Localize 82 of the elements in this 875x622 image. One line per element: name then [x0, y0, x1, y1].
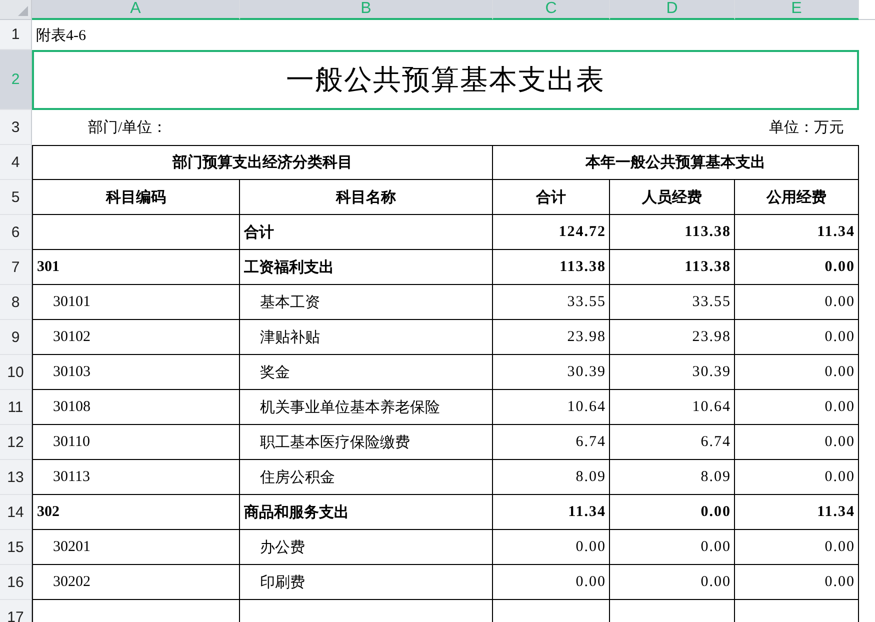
header-cell: 部门预算支出经济分类科目 [32, 145, 493, 180]
name-cell-text: 印刷费 [259, 574, 305, 592]
row-header[interactable]: 4 [0, 145, 32, 180]
personnel-cell: 30.39 [692, 364, 731, 380]
sheet-note: 附表4-6 [35, 26, 86, 44]
total-cell: 0.00 [576, 574, 606, 590]
code-cell-text: 30110 [52, 434, 90, 450]
name-cell-text: 合计 [242, 223, 274, 242]
total-cell: 23.98 [567, 328, 606, 346]
row-header[interactable]: 1 [0, 20, 32, 50]
header-cell: 人员经费 [610, 180, 735, 215]
total-cell: 33.55 [567, 294, 606, 310]
total-cell: 8.09 [576, 468, 606, 486]
name-cell-text: 办公费 [259, 538, 305, 556]
public-cell: 0.00 [824, 538, 855, 556]
triangle-icon [18, 6, 28, 16]
row-header[interactable]: 14 [0, 495, 32, 530]
personnel-cell: 23.98 [692, 328, 731, 346]
personnel-cell: 113.38 [684, 258, 731, 276]
row-header[interactable]: 11 [0, 390, 32, 425]
code-cell-text: 301 [36, 258, 60, 276]
personnel-cell: 8.09 [700, 468, 731, 486]
row-header[interactable]: 17 [0, 600, 32, 622]
row-header[interactable]: 15 [0, 530, 32, 565]
name-cell-text: 职工基本医疗保险缴费 [259, 434, 410, 452]
row-header[interactable]: 8 [0, 285, 32, 320]
name-cell-text: 工资福利支出 [243, 258, 334, 276]
name-cell-text: 商品和服务支出 [243, 503, 349, 522]
total-cell: 6.74 [576, 434, 606, 450]
header-cell: 科目编码 [32, 180, 240, 215]
public-cell: 11.34 [817, 504, 855, 520]
personnel-cell: 0.00 [700, 504, 731, 520]
header-cell: 本年一般公共预算基本支出 [493, 145, 859, 180]
total-cell: 0.00 [576, 538, 606, 556]
select-all-corner[interactable] [0, 0, 32, 20]
code-cell-text: 30201 [52, 538, 90, 556]
public-cell: 0.00 [824, 364, 855, 380]
code-cell-text: 30113 [52, 468, 90, 486]
code-cell-text: 30103 [52, 364, 90, 380]
public-cell: 0.00 [824, 434, 855, 450]
public-cell: 0.00 [824, 574, 855, 590]
personnel-cell: 33.55 [692, 294, 731, 310]
name-cell-text: 机关事业单位基本养老保险 [259, 398, 440, 416]
row-header[interactable]: 7 [0, 250, 32, 285]
name-cell-text: 基本工资 [259, 294, 320, 312]
row-header[interactable]: 12 [0, 425, 32, 460]
header-cell: 合计 [493, 180, 610, 215]
row-header[interactable]: 9 [0, 320, 32, 355]
title-cell[interactable]: 一般公共预算基本支出表 [32, 50, 859, 110]
row-header[interactable]: 3 [0, 110, 32, 145]
public-cell: 0.00 [824, 294, 855, 310]
code-cell-text: 30102 [52, 328, 90, 346]
public-cell: 11.34 [817, 224, 855, 240]
header-cell: 科目名称 [240, 180, 493, 215]
row-header[interactable]: 13 [0, 460, 32, 495]
row-header[interactable]: 6 [0, 215, 32, 250]
row-header[interactable]: 10 [0, 355, 32, 390]
total-cell: 113.38 [560, 258, 606, 276]
name-cell-text: 奖金 [259, 364, 290, 382]
total-cell: 124.72 [558, 224, 606, 240]
code-cell-text: 302 [36, 504, 60, 520]
public-cell: 0.00 [824, 468, 855, 486]
unit-label: 单位：万元 [769, 118, 845, 137]
code-cell-text: 30202 [52, 574, 90, 590]
total-cell: 30.39 [567, 364, 606, 380]
department-label: 部门/单位： [87, 118, 168, 137]
name-cell-text: 住房公积金 [259, 468, 335, 486]
public-cell: 0.00 [824, 258, 855, 276]
code-cell-text: 30108 [52, 398, 90, 416]
code-cell-text: 30101 [52, 294, 90, 310]
public-cell: 0.00 [824, 398, 855, 416]
total-cell: 11.34 [568, 504, 606, 520]
total-cell: 10.64 [567, 398, 606, 416]
public-cell: 0.00 [824, 328, 855, 346]
personnel-cell: 113.38 [684, 224, 731, 240]
row-header[interactable]: 16 [0, 565, 32, 600]
personnel-cell: 0.00 [700, 538, 731, 556]
personnel-cell: 10.64 [692, 398, 731, 416]
row-header[interactable]: 5 [0, 180, 32, 215]
name-cell-text: 津贴补贴 [259, 328, 320, 346]
personnel-cell: 0.00 [700, 574, 731, 590]
personnel-cell: 6.74 [700, 434, 731, 450]
